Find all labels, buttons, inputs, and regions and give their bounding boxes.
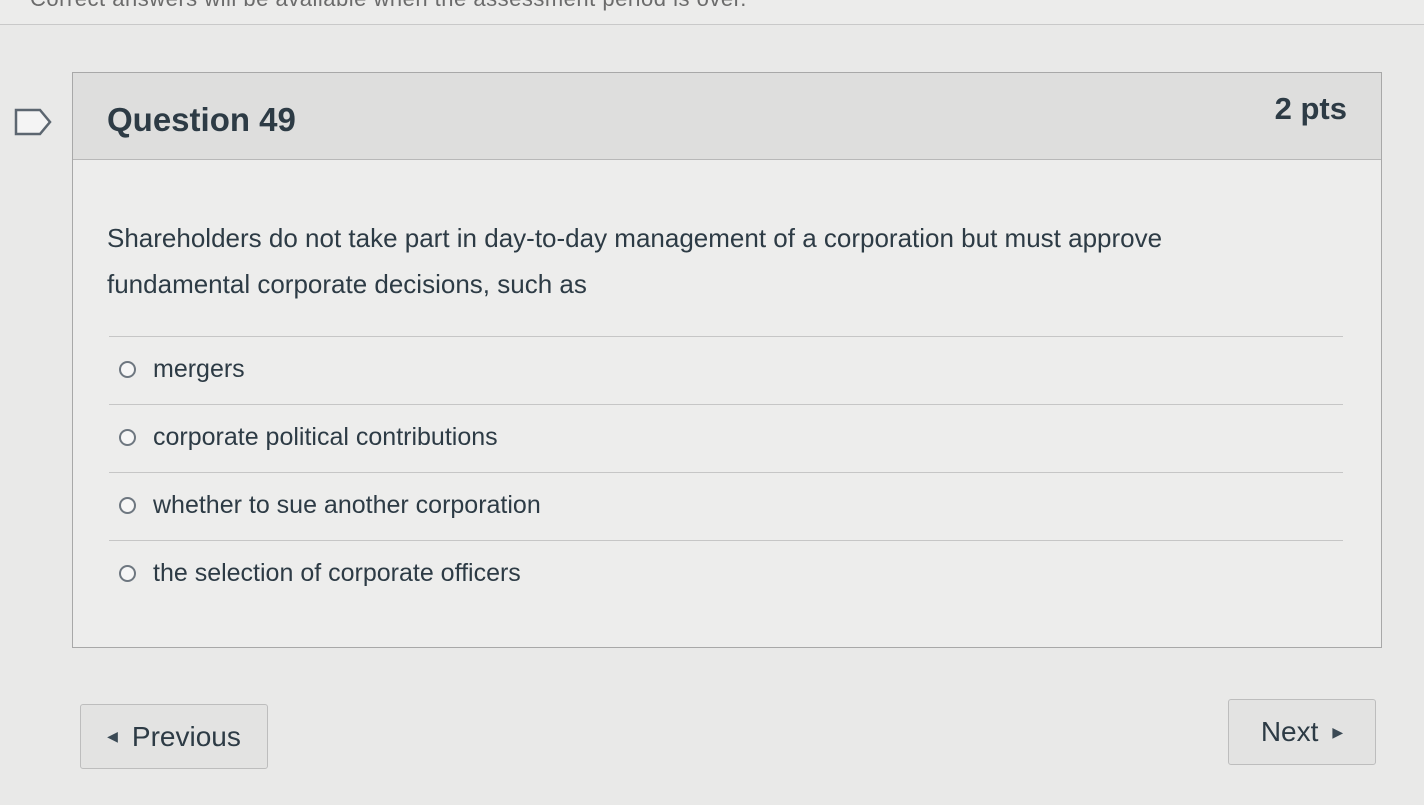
answer-option[interactable]: corporate political contributions [109, 404, 1343, 472]
answer-label: mergers [153, 355, 245, 383]
answer-option[interactable]: whether to sue another corporation [109, 472, 1343, 540]
answer-label: whether to sue another corporation [153, 491, 541, 519]
radio-button[interactable] [119, 497, 136, 514]
question-header: Question 49 2 pts [73, 73, 1381, 160]
caret-right-icon: ▶ [1332, 723, 1344, 740]
next-button[interactable]: Next ▶ [1228, 699, 1376, 765]
caret-left-icon: ◀ [107, 728, 118, 744]
answer-option[interactable]: mergers [109, 336, 1343, 404]
next-label: Next [1260, 716, 1319, 747]
top-strip: Correct answers will be available when t… [0, 0, 1424, 25]
previous-label: Previous [131, 720, 241, 752]
radio-button[interactable] [119, 565, 136, 582]
question-card: Question 49 2 pts Shareholders do not ta… [72, 72, 1382, 648]
radio-button[interactable] [119, 361, 136, 378]
answer-label: corporate political contributions [153, 423, 498, 451]
answer-label: the selection of corporate officers [153, 559, 521, 587]
radio-button[interactable] [119, 429, 136, 446]
answer-list: mergers corporate political contribution… [109, 336, 1343, 608]
question-title: Question 49 [107, 101, 296, 138]
previous-button[interactable]: ◀ Previous [80, 704, 268, 769]
cut-off-text: Correct answers will be available when t… [30, 0, 747, 12]
question-text: Shareholders do not take part in day-to-… [107, 223, 1163, 299]
question-points: 2 pts [1274, 91, 1347, 126]
flag-bookmark-icon[interactable] [14, 108, 52, 136]
answer-option[interactable]: the selection of corporate officers [109, 540, 1343, 608]
